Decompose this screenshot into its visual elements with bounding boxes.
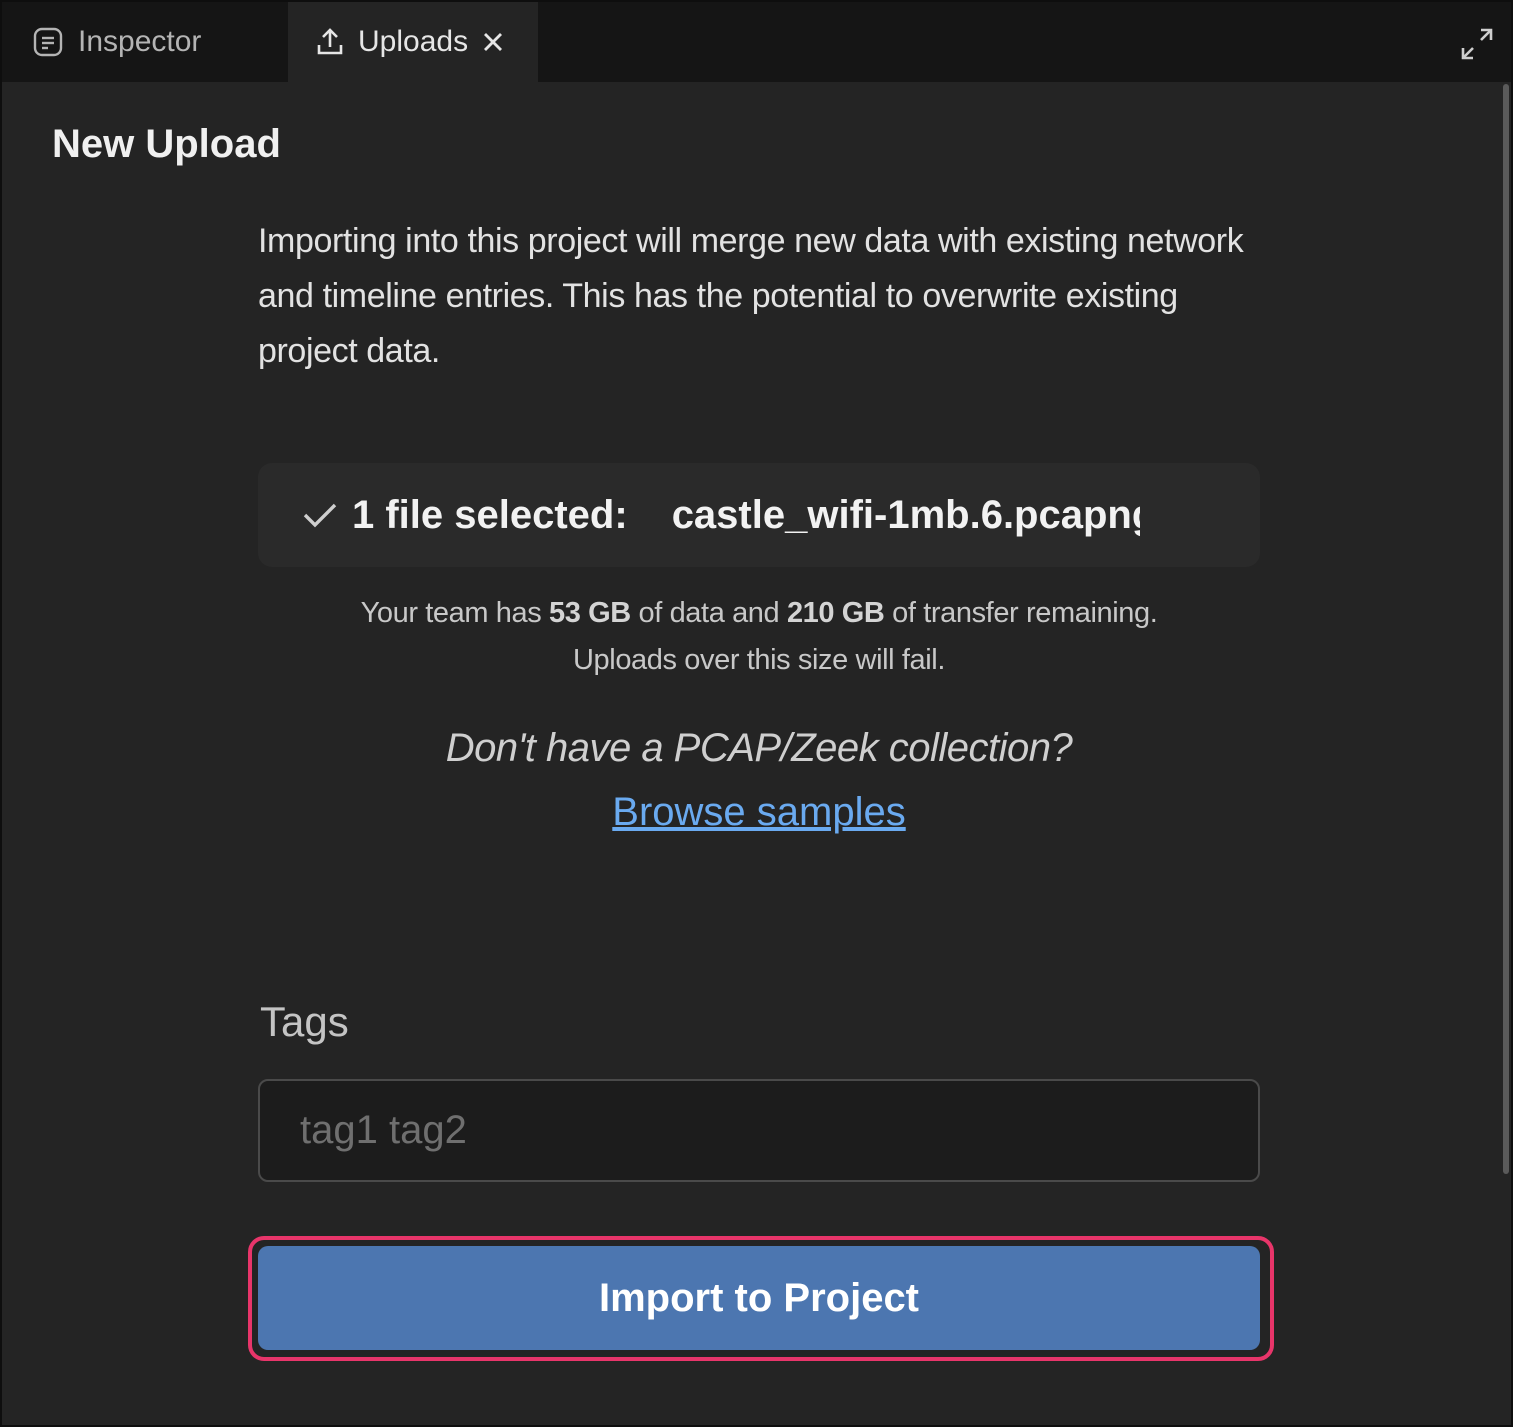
tab-uploads-label: Uploads [358, 25, 469, 58]
tab-inspector[interactable]: Inspector [32, 2, 201, 82]
file-selected-box[interactable]: 1 file selected: castle_wifi-1mb.6.pcapn… [258, 463, 1260, 567]
quota-data: 53 GB [549, 597, 631, 629]
quota-transfer: 210 GB [786, 597, 885, 629]
check-icon [302, 501, 338, 529]
page-title: New Upload [52, 122, 281, 166]
uploads-panel: Inspector Uploads New Upload Importing i… [0, 0, 1513, 1427]
upload-icon [316, 27, 344, 57]
browse-samples-link[interactable]: Browse samples [612, 790, 905, 834]
quota-suffix: of transfer remaining. [892, 597, 1158, 629]
tags-label: Tags [260, 998, 349, 1045]
tab-bar: Inspector Uploads [2, 2, 1511, 82]
scrollbar[interactable] [1503, 84, 1509, 1174]
quota-prefix: Your team has [360, 597, 542, 629]
file-name: castle_wifi-1mb.6.pcapng [671, 492, 1140, 537]
quota-line-2: Uploads over this size will fail. [573, 644, 945, 676]
close-icon[interactable] [482, 31, 504, 53]
document-icon [32, 26, 64, 58]
tab-uploads[interactable]: Uploads [288, 2, 538, 82]
no-pcap-prompt: Don't have a PCAP/Zeek collection? [445, 726, 1073, 770]
tab-inspector-label: Inspector [78, 25, 202, 58]
quota-line-1: Your team has 53 GB of data and 210 GB o… [258, 590, 1260, 637]
browse-samples-container: Browse samples [258, 790, 1260, 835]
expand-icon[interactable] [1457, 24, 1497, 64]
merge-warning-text: Importing into this project will merge n… [258, 222, 1244, 370]
file-selected-label: 1 file selected: [352, 492, 628, 537]
tags-input[interactable] [258, 1079, 1260, 1182]
import-to-project-button[interactable]: Import to Project [258, 1246, 1260, 1350]
quota-middle: of data and [638, 597, 780, 629]
quota-info: Your team has 53 GB of data and 210 GB o… [258, 590, 1260, 684]
